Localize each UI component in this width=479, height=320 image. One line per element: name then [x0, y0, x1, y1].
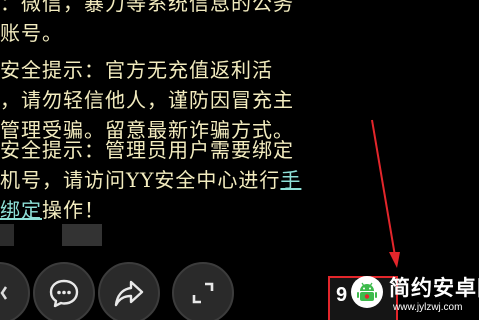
- fullscreen-corners-icon: [192, 282, 214, 304]
- fullscreen-button[interactable]: [172, 262, 234, 320]
- message-line: 账号。: [0, 21, 63, 45]
- message-line: ：微信，暴力等系统信息的公务: [0, 0, 294, 15]
- phone-binding-link[interactable]: 绑定: [0, 198, 42, 222]
- android-robot-icon: [351, 276, 383, 308]
- watermark-title: 简约安卓网: [389, 276, 479, 300]
- chat-bubble-icon: [49, 279, 79, 308]
- chat-message-security-tip-binding: 安全提示：管理员用户需要绑定 机号，请访问YY安全中心进行手 绑定操作！: [0, 135, 301, 225]
- more-button[interactable]: [0, 262, 30, 320]
- chat-button[interactable]: [33, 262, 95, 320]
- chat-message-security-tip-recharge: 安全提示：官方无充值返利活 ，请勿轻信他人，谨防因冒充主 管理受骗。留意最新诈骗…: [0, 55, 294, 145]
- share-button[interactable]: [98, 262, 160, 320]
- share-arrow-icon: [114, 280, 144, 307]
- message-line: 机号，请访问YY安全中心进行手: [0, 165, 301, 195]
- message-line: 安全提示：官方无充值返利活: [0, 58, 273, 82]
- phone-binding-link[interactable]: 手: [280, 168, 301, 192]
- chat-message-system-notice: ：微信，暴力等系统信息的公务 账号。: [0, 0, 294, 48]
- blurred-username: [62, 224, 102, 246]
- live-room-screen: ：微信，暴力等系统信息的公务 账号。 安全提示：官方无充值返利活 ，请勿轻信他人…: [0, 0, 479, 320]
- message-line: ，请勿轻信他人，谨防因冒充主: [0, 88, 294, 112]
- message-line: 绑定操作！: [0, 195, 301, 225]
- message-text: 机号，请访问YY安全中心进行: [0, 168, 281, 192]
- partial-circle-icon: [0, 286, 8, 300]
- watermark-url: www.jylzwj.com: [393, 302, 463, 313]
- message-line: 安全提示：管理员用户需要绑定: [0, 138, 294, 162]
- blurred-username: [0, 224, 14, 246]
- site-watermark: 简约安卓网 www.jylzwj.com: [345, 268, 479, 320]
- message-text: 操作！: [42, 198, 105, 222]
